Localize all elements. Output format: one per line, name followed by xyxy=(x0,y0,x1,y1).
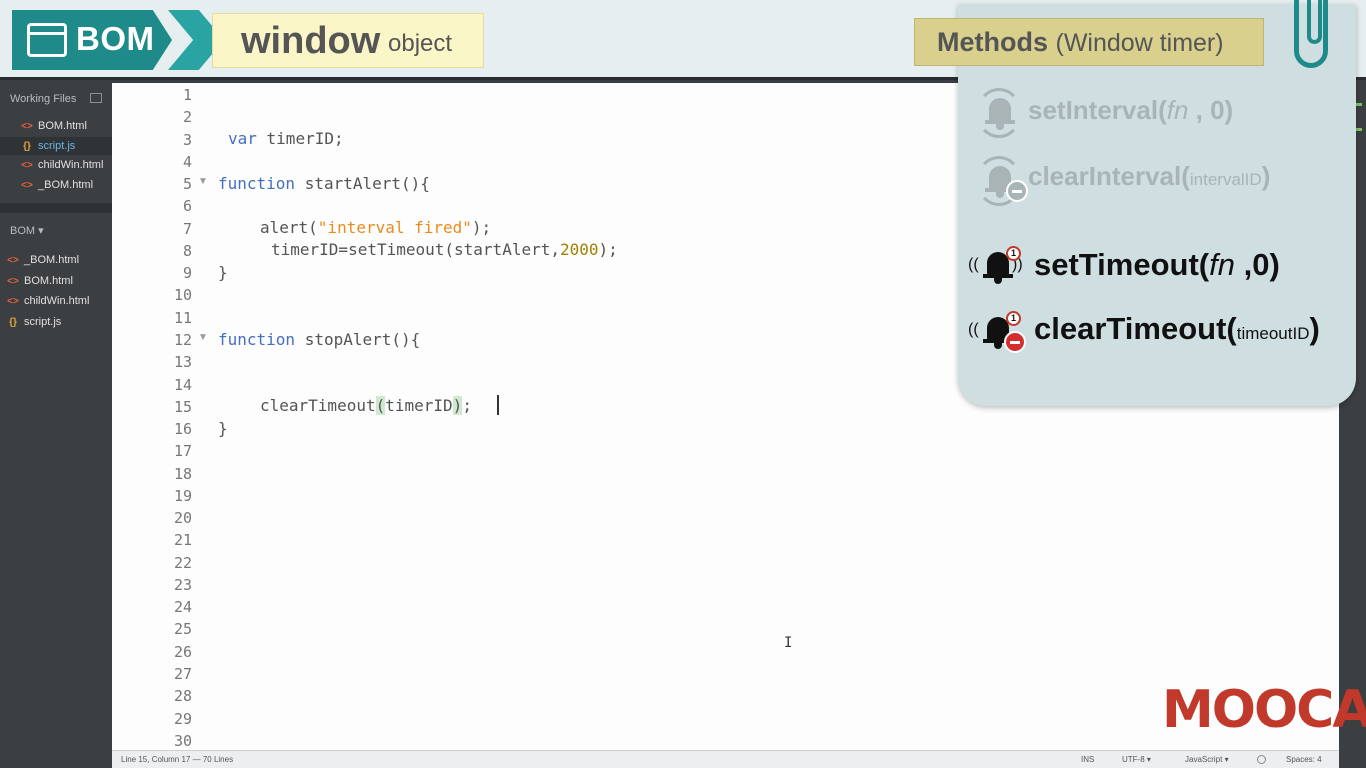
project-file-item[interactable]: {} script.js xyxy=(6,313,61,331)
fold-arrow-icon[interactable]: ▼ xyxy=(198,332,208,343)
line-number: 11 xyxy=(173,308,192,327)
html-file-icon: <> xyxy=(21,121,33,132)
line-number: 25 xyxy=(173,620,192,639)
ins-mode[interactable]: INS xyxy=(1081,755,1094,764)
working-files-header: Working Files xyxy=(10,93,77,105)
cursor-position: Line 15, Column 17 — 70 Lines xyxy=(121,755,234,764)
alarm-bell-cancel-icon: 1 xyxy=(978,311,1026,353)
method-clearinterval: clearInterval(intervalID) xyxy=(1028,161,1271,191)
sidebar: Working Files <> BOM.html {} script.js <> c… xyxy=(0,83,112,768)
project-file-item[interactable]: <> childWin.html xyxy=(6,292,89,310)
indent-spaces[interactable]: Spaces: 4 xyxy=(1286,755,1322,764)
line-number-gutter: 1 2 3 4 5 6 7 8 9 10 11 12 13 14 15 16 17 18 19 20 21 22 23 24 2… xyxy=(112,83,204,750)
method-setinterval: setInterval(fn , 0) xyxy=(1028,95,1234,125)
code-line-12: function stopAlert(){ xyxy=(218,330,421,349)
line-number: 29 xyxy=(173,709,192,728)
line-number: 20 xyxy=(173,509,192,528)
text-cursor xyxy=(497,395,499,415)
method-settimeout: setTimeout(fn ,0) xyxy=(1034,247,1280,282)
html-file-icon: <> xyxy=(7,255,19,266)
line-number: 2 xyxy=(182,108,192,127)
code-line-8: timerID=setTimeout(startAlert,2000); xyxy=(271,240,618,259)
lint-status-icon[interactable] xyxy=(1257,755,1266,764)
line-number: 14 xyxy=(173,375,192,394)
working-file-item[interactable]: <> _BOM.html xyxy=(20,176,93,194)
line-number: 1 xyxy=(182,86,192,104)
line-number: 22 xyxy=(173,553,192,572)
sidebar-divider xyxy=(0,203,112,213)
line-number: 15 xyxy=(173,397,192,416)
paperclip-icon xyxy=(1294,0,1328,68)
working-file-item-active[interactable]: {} script.js xyxy=(0,137,112,155)
code-line-3: var timerID; xyxy=(228,129,344,148)
line-number: 16 xyxy=(173,420,192,439)
line-number: 30 xyxy=(173,731,192,750)
alarm-bell-icon: 1 xyxy=(978,246,1021,286)
window-subtitle: object xyxy=(388,30,453,57)
fold-arrow-icon[interactable]: ▼ xyxy=(198,176,208,187)
project-header[interactable]: BOM ▾ xyxy=(10,224,44,237)
window-title: window xyxy=(241,20,381,62)
working-file-item[interactable]: <> BOM.html xyxy=(20,117,87,135)
line-number: 21 xyxy=(173,531,192,550)
repeating-bell-cancel-icon xyxy=(976,156,1028,206)
mouse-ibeam-cursor-icon: I xyxy=(784,635,793,651)
mooca-logo: MOOCA xyxy=(1162,680,1366,740)
html-file-icon: <> xyxy=(7,296,19,307)
line-number: 17 xyxy=(173,442,192,461)
html-file-icon: <> xyxy=(21,160,33,171)
code-line-15: clearTimeout(timerID); xyxy=(260,396,472,415)
code-line-5: function startAlert(){ xyxy=(218,174,430,193)
window-title-box: window object xyxy=(212,13,484,68)
browser-window-icon xyxy=(27,23,67,57)
repeating-bell-icon xyxy=(976,88,1022,138)
line-number: 26 xyxy=(173,642,192,661)
project-file-item[interactable]: <> BOM.html xyxy=(6,272,73,290)
screen: BOM window object Working Files <> BOM.ht… xyxy=(0,0,1366,768)
code-line-16: } xyxy=(218,419,228,438)
line-number: 8 xyxy=(182,241,192,260)
line-number: 12 xyxy=(173,330,192,349)
html-file-icon: <> xyxy=(21,180,33,191)
code-line-7: alert("interval fired"); xyxy=(260,218,492,237)
bom-label: BOM xyxy=(76,20,155,57)
status-bar: Line 15, Column 17 — 70 Lines INS UTF-8 … xyxy=(112,750,1339,768)
line-number: 3 xyxy=(182,130,192,149)
code-line-9: } xyxy=(218,263,228,282)
line-number: 9 xyxy=(182,264,192,283)
line-number: 10 xyxy=(173,286,192,305)
line-number: 18 xyxy=(173,464,192,483)
methods-title-box: Methods (Window timer) xyxy=(914,18,1264,66)
split-view-icon[interactable] xyxy=(90,93,102,103)
line-number: 27 xyxy=(173,665,192,684)
html-file-icon: <> xyxy=(7,276,19,287)
line-number: 7 xyxy=(182,219,192,238)
working-file-item[interactable]: <> childWin.html xyxy=(20,156,103,174)
method-cleartimeout: clearTimeout(timeoutID) xyxy=(1034,311,1320,346)
line-number: 28 xyxy=(173,687,192,706)
line-number: 23 xyxy=(173,575,192,594)
js-file-icon: {} xyxy=(9,317,17,328)
line-number: 24 xyxy=(173,598,192,617)
project-file-item[interactable]: <> _BOM.html xyxy=(6,251,79,269)
line-number: 13 xyxy=(173,353,192,372)
methods-title: Methods (Window timer) xyxy=(937,27,1224,57)
line-number: 19 xyxy=(173,486,192,505)
line-number: 4 xyxy=(182,152,192,171)
line-number: 6 xyxy=(182,197,192,216)
js-file-icon: {} xyxy=(23,141,31,152)
encoding-select[interactable]: UTF-8 ▾ xyxy=(1122,755,1151,764)
language-select[interactable]: JavaScript ▾ xyxy=(1185,755,1229,764)
line-number: 5 xyxy=(182,175,192,194)
